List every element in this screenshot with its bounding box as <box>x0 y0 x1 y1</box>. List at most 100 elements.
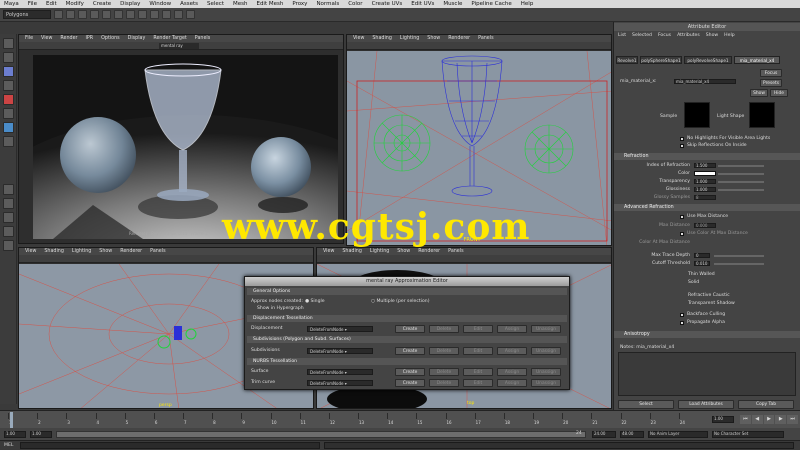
menu-maya[interactable]: Maya <box>4 1 19 7</box>
surf-create-button[interactable]: Create <box>395 368 425 376</box>
render-view-menu-render[interactable]: Render <box>60 36 77 41</box>
surf-delete-button[interactable]: Delete <box>429 368 459 376</box>
snap-curve-icon[interactable] <box>138 10 147 19</box>
menu-normals[interactable]: Normals <box>316 1 339 7</box>
mel-input[interactable] <box>20 442 320 449</box>
trim-edit-button[interactable]: Edit <box>463 379 493 387</box>
render-icon[interactable] <box>162 10 171 19</box>
refractive-caustic-radio[interactable]: Refractive Caustic <box>688 293 800 298</box>
persp-menu-view[interactable]: View <box>25 249 36 254</box>
subd-approx-dropdown[interactable]: DeleteFromNode ▾ <box>307 348 373 354</box>
advanced-refraction-section[interactable]: Advanced Refraction <box>614 204 800 211</box>
max-trace-depth-slider[interactable] <box>714 255 764 257</box>
render-view-menu-options[interactable]: Options <box>101 36 120 41</box>
ae-menu-attributes[interactable]: Attributes <box>677 32 700 40</box>
character-set-dropdown[interactable]: No Character Set <box>712 431 784 438</box>
menu-create[interactable]: Create <box>93 1 111 7</box>
subd-unassign-button[interactable]: Unassign <box>531 347 561 355</box>
propagate-alpha-checkbox[interactable] <box>680 321 684 325</box>
front-menu-show[interactable]: Show <box>427 36 440 41</box>
last-tool-icon[interactable] <box>3 136 14 147</box>
select-by-component-icon[interactable] <box>114 10 123 19</box>
current-time-field[interactable]: 1.00 <box>712 416 734 423</box>
node-name-field[interactable]: mia_material_x4 <box>674 79 736 84</box>
menu-mesh[interactable]: Mesh <box>233 1 247 7</box>
use-max-distance-checkbox[interactable] <box>680 215 684 219</box>
snap-point-icon[interactable] <box>150 10 159 19</box>
thin-walled-radio[interactable]: Thin Walled <box>688 272 800 277</box>
save-scene-icon[interactable] <box>78 10 87 19</box>
menu-display[interactable]: Display <box>120 1 140 7</box>
cutoff-threshold-field[interactable]: 0.010 <box>694 261 710 266</box>
snap-grid-icon[interactable] <box>126 10 135 19</box>
layout-outliner-icon[interactable] <box>3 226 14 237</box>
menu-edit-uvs[interactable]: Edit UVs <box>411 1 434 7</box>
surf-assign-button[interactable]: Assign <box>497 368 527 376</box>
tab-mia-material-x4[interactable]: mia_material_x4 <box>734 56 780 64</box>
menu-window[interactable]: Window <box>149 1 171 7</box>
select-tool-icon[interactable] <box>3 38 14 49</box>
solid-radio[interactable]: Solid <box>688 280 800 285</box>
notes-textarea[interactable] <box>618 352 796 396</box>
surf-edit-button[interactable]: Edit <box>463 368 493 376</box>
trim-delete-button[interactable]: Delete <box>429 379 459 387</box>
backface-culling-checkbox[interactable] <box>680 313 684 317</box>
menu-pipeline-cache[interactable]: Pipeline Cache <box>471 1 511 7</box>
disp-delete-button[interactable]: Delete <box>429 325 459 333</box>
render-view-menu-panels[interactable]: Panels <box>195 36 210 41</box>
show-in-hypergraph-checkbox[interactable]: Show in Hypergraph <box>257 306 304 311</box>
end-time-field[interactable]: 48.00 <box>620 431 644 438</box>
persp-menu-lighting[interactable]: Lighting <box>72 249 91 254</box>
open-scene-icon[interactable] <box>66 10 75 19</box>
anim-layer-dropdown[interactable]: No Anim Layer <box>648 431 708 438</box>
layout-single-icon[interactable] <box>3 184 14 195</box>
top-menu-lighting[interactable]: Lighting <box>370 249 389 254</box>
disp-unassign-button[interactable]: Unassign <box>531 325 561 333</box>
front-menu-lighting[interactable]: Lighting <box>400 36 419 41</box>
ior-slider[interactable] <box>718 165 764 167</box>
layout-two-icon[interactable] <box>3 212 14 223</box>
disp-edit-button[interactable]: Edit <box>463 325 493 333</box>
max-trace-depth-field[interactable]: 0 <box>694 253 710 258</box>
rotate-tool-icon[interactable] <box>3 94 14 105</box>
top-menu-shading[interactable]: Shading <box>342 249 362 254</box>
menu-proxy[interactable]: Proxy <box>292 1 307 7</box>
top-menu-panels[interactable]: Panels <box>448 249 463 254</box>
subdivisions-tessellation-section[interactable]: Subdivisions (Polygon and Subd. Surfaces… <box>247 336 567 343</box>
front-menu-panels[interactable]: Panels <box>478 36 493 41</box>
disp-assign-button[interactable]: Assign <box>497 325 527 333</box>
anisotropy-section[interactable]: Anisotropy <box>614 331 800 338</box>
persp-menu-show[interactable]: Show <box>99 249 112 254</box>
glossiness-slider[interactable] <box>718 189 764 191</box>
playback-end-field[interactable]: 24.00 <box>592 431 616 438</box>
displacement-tessellation-section[interactable]: Displacement Tessellation <box>247 315 567 322</box>
layout-four-icon[interactable] <box>3 198 14 209</box>
focus-button[interactable]: Focus <box>760 69 782 77</box>
render-target-field[interactable]: mental ray <box>159 43 199 49</box>
menu-set-selector[interactable]: Polygons <box>3 10 51 19</box>
ipr-render-icon[interactable] <box>174 10 183 19</box>
scale-tool-icon[interactable] <box>3 108 14 119</box>
persp-menu-shading[interactable]: Shading <box>44 249 64 254</box>
glossiness-field[interactable]: 1.000 <box>694 187 716 192</box>
no-highlights-checkbox[interactable] <box>680 137 684 141</box>
copy-tab-button[interactable]: Copy Tab <box>738 400 794 409</box>
transparency-slider[interactable] <box>718 181 764 183</box>
select-by-object-icon[interactable] <box>102 10 111 19</box>
move-tool-icon[interactable] <box>3 80 14 91</box>
select-button[interactable]: Select <box>618 400 674 409</box>
ior-field[interactable]: 1.500 <box>694 163 716 168</box>
lasso-tool-icon[interactable] <box>3 52 14 63</box>
front-menu-renderer[interactable]: Renderer <box>448 36 470 41</box>
load-attributes-button[interactable]: Load Attributes <box>678 400 734 409</box>
menu-create-uvs[interactable]: Create UVs <box>372 1 403 7</box>
top-menu-show[interactable]: Show <box>397 249 410 254</box>
transparent-shadow-radio[interactable]: Transparent Shadow <box>688 301 800 306</box>
menu-muscle[interactable]: Muscle <box>443 1 462 7</box>
disp-create-button[interactable]: Create <box>395 325 425 333</box>
front-menu-view[interactable]: View <box>353 36 364 41</box>
top-menu-renderer[interactable]: Renderer <box>418 249 440 254</box>
ae-menu-help[interactable]: Help <box>724 32 734 40</box>
menu-select[interactable]: Select <box>207 1 224 7</box>
subd-delete-button[interactable]: Delete <box>429 347 459 355</box>
